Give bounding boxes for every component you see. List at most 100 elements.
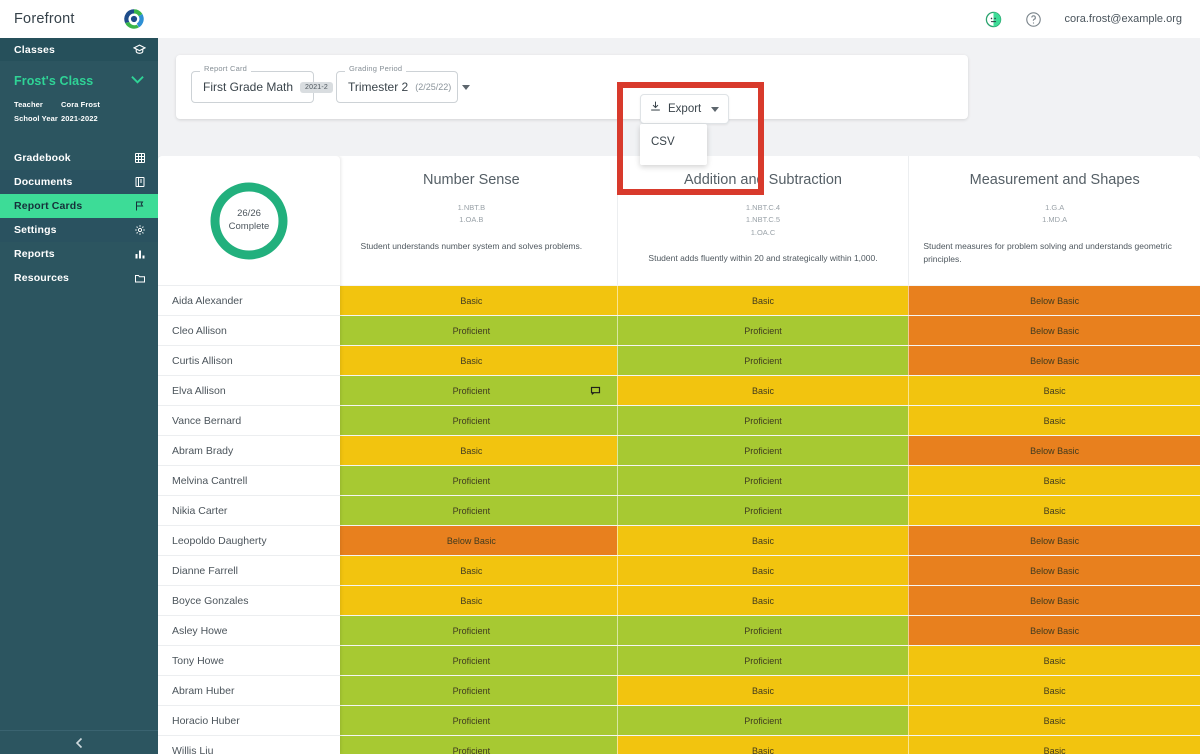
grade-cell[interactable]: Basic xyxy=(616,286,909,315)
student-name-cell[interactable]: Abram Brady xyxy=(158,435,340,465)
grade-cell[interactable]: Proficient xyxy=(326,316,617,345)
user-email[interactable]: cora.frost@example.org xyxy=(1064,13,1182,25)
grade-cell[interactable]: Basic xyxy=(908,646,1200,675)
student-name-cell[interactable]: Abram Huber xyxy=(158,675,340,705)
user-avatar-icon[interactable] xyxy=(984,10,1002,28)
grade-cell[interactable]: Proficient xyxy=(616,436,909,465)
grade-cell[interactable]: Basic xyxy=(908,406,1200,435)
grade-cell[interactable]: Below Basic xyxy=(908,616,1200,645)
sidebar-item-reports[interactable]: Reports xyxy=(0,242,158,266)
export-menu-item-csv[interactable]: CSV xyxy=(640,133,707,151)
grade-cell[interactable]: Proficient xyxy=(616,496,909,525)
grade-cell[interactable]: Proficient xyxy=(326,736,617,754)
student-name-cell[interactable]: Willis Liu xyxy=(158,735,340,754)
student-name-cell[interactable]: Vance Bernard xyxy=(158,405,340,435)
grade-cell[interactable]: Basic xyxy=(326,346,617,375)
grading-period-select[interactable]: Grading Period Trimester 2 (2/25/22) xyxy=(336,64,471,103)
meta-key: Teacher xyxy=(14,100,43,109)
caret-down-icon[interactable] xyxy=(462,84,471,90)
student-name-cell[interactable]: Melvina Cantrell xyxy=(158,465,340,495)
grade-cell[interactable]: Below Basic xyxy=(908,526,1200,555)
grade-cell[interactable]: Proficient xyxy=(616,466,909,495)
student-name-cell[interactable]: Leopoldo Daugherty xyxy=(158,525,340,555)
grade-cell[interactable]: Proficient xyxy=(616,646,909,675)
student-name-cell[interactable]: Dianne Farrell xyxy=(158,555,340,585)
grade-cell[interactable]: Proficient xyxy=(326,676,617,705)
grade-cell[interactable]: Basic xyxy=(616,736,909,754)
grade-cell[interactable]: Basic xyxy=(326,586,617,615)
student-name-cell[interactable]: Curtis Allison xyxy=(158,345,340,375)
chevron-down-icon[interactable] xyxy=(131,75,144,87)
grade-cell[interactable]: Proficient xyxy=(326,406,617,435)
student-name-cell[interactable]: Aida Alexander xyxy=(158,285,340,315)
sidebar-item-classes[interactable]: Classes xyxy=(0,38,158,62)
grade-cell[interactable]: Below Basic xyxy=(326,526,617,555)
meta-value: Cora Frost xyxy=(61,100,100,109)
grade-cell[interactable]: Below Basic xyxy=(908,316,1200,345)
grade-cell[interactable]: Proficient xyxy=(616,346,909,375)
sidebar-item-resources[interactable]: Resources xyxy=(0,266,158,290)
student-name-cell[interactable]: Elva Allison xyxy=(158,375,340,405)
grade-cell[interactable]: Proficient xyxy=(616,406,909,435)
forefront-logo-icon xyxy=(122,7,146,31)
grade-cell[interactable]: Proficient xyxy=(326,706,617,735)
grade-cell[interactable]: Basic xyxy=(616,586,909,615)
help-circle-icon[interactable] xyxy=(1024,10,1042,28)
sidebar-item-settings[interactable]: Settings xyxy=(0,218,158,242)
table-row: Proficient Basic Basic xyxy=(326,375,1200,405)
grade-cell[interactable]: Basic xyxy=(908,376,1200,405)
grade-cell[interactable]: Below Basic xyxy=(908,286,1200,315)
grade-cell[interactable]: Basic xyxy=(908,736,1200,754)
table-row: Proficient Proficient Basic xyxy=(326,495,1200,525)
table-row: Proficient Proficient Basic xyxy=(326,705,1200,735)
class-selector[interactable]: Frost's Class xyxy=(14,74,144,88)
grade-cell[interactable]: Proficient xyxy=(616,316,909,345)
standard-code: 1.OA.B xyxy=(459,215,484,225)
grade-cell[interactable]: Below Basic xyxy=(908,346,1200,375)
grade-cell[interactable]: Below Basic xyxy=(908,436,1200,465)
grade-cell[interactable]: Basic xyxy=(326,436,617,465)
report-card-select[interactable]: Report Card First Grade Math 2021-2 xyxy=(191,64,353,103)
sidebar-item-documents[interactable]: Documents xyxy=(0,170,158,194)
grade-cell[interactable]: Basic xyxy=(616,526,909,555)
grade-cell[interactable]: Basic xyxy=(908,496,1200,525)
grade-cell[interactable]: Basic xyxy=(908,706,1200,735)
student-name-cell[interactable]: Cleo Allison xyxy=(158,315,340,345)
grade-cell[interactable]: Basic xyxy=(616,676,909,705)
sidebar-item-report-cards[interactable]: Report Cards xyxy=(0,194,158,218)
grade-cell[interactable]: Basic xyxy=(908,466,1200,495)
grading-period-select-box[interactable]: Trimester 2 (2/25/22) xyxy=(336,71,471,103)
sidebar-item-gradebook[interactable]: Gradebook xyxy=(0,146,158,170)
student-name-cell[interactable]: Asley Howe xyxy=(158,615,340,645)
caret-down-icon[interactable] xyxy=(711,106,720,112)
comment-icon[interactable] xyxy=(590,385,601,396)
grade-cell[interactable]: Proficient xyxy=(326,646,617,675)
grade-cell[interactable]: Basic xyxy=(616,556,909,585)
report-card-value: First Grade Math xyxy=(203,80,294,94)
grade-cell[interactable]: Proficient xyxy=(616,706,909,735)
grade-cell[interactable]: Basic xyxy=(616,376,909,405)
student-name-cell[interactable]: Horacio Huber xyxy=(158,705,340,735)
export-button[interactable]: Export xyxy=(640,94,729,124)
column-description: Student measures for problem solving and… xyxy=(923,240,1172,264)
report-card-select-box[interactable]: First Grade Math 2021-2 xyxy=(191,71,353,103)
sidebar-collapse-button[interactable] xyxy=(0,730,158,754)
column-title: Addition and Subtraction xyxy=(684,172,842,188)
grade-cell[interactable]: Below Basic xyxy=(908,556,1200,585)
grade-cell[interactable]: Below Basic xyxy=(908,586,1200,615)
table-row: Basic Proficient Below Basic xyxy=(326,345,1200,375)
grade-cell[interactable]: Basic xyxy=(326,556,617,585)
grade-cell[interactable]: Proficient xyxy=(616,616,909,645)
student-name-cell[interactable]: Boyce Gonzales xyxy=(158,585,340,615)
sidebar-item-label: Reports xyxy=(14,248,55,260)
grade-cell[interactable]: Proficient xyxy=(326,496,617,525)
graduation-cap-icon xyxy=(133,43,146,56)
grade-cell[interactable]: Basic xyxy=(908,676,1200,705)
grading-period-legend: Grading Period xyxy=(345,64,407,73)
grade-cell[interactable]: Proficient xyxy=(326,616,617,645)
student-name-cell[interactable]: Tony Howe xyxy=(158,645,340,675)
student-name-cell[interactable]: Nikia Carter xyxy=(158,495,340,525)
grade-cell[interactable]: Proficient xyxy=(326,466,617,495)
grade-cell[interactable]: Basic xyxy=(326,286,617,315)
grade-cell[interactable]: Proficient xyxy=(326,376,617,405)
